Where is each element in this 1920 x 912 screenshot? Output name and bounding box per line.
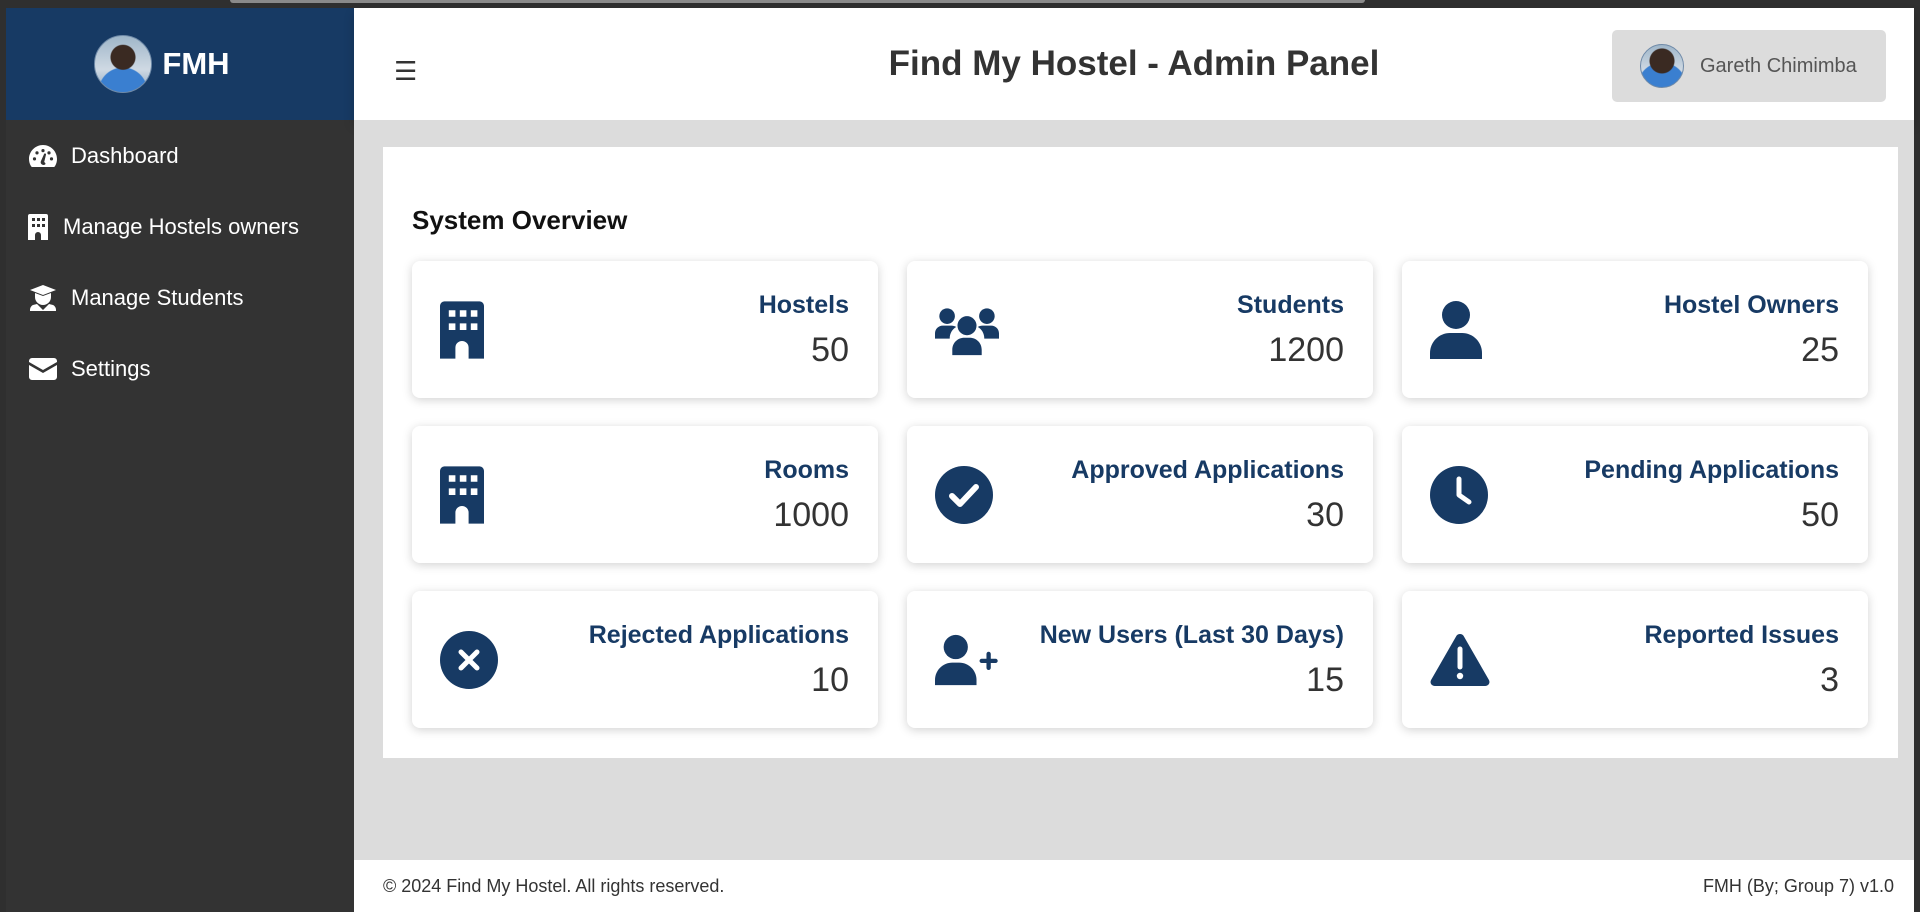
building-icon	[440, 299, 504, 361]
stat-title: Rooms	[764, 456, 849, 484]
stat-value: 10	[811, 661, 849, 699]
stat-value: 1000	[773, 496, 849, 534]
building-icon	[440, 464, 504, 526]
stat-card-new-users[interactable]: New Users (Last 30 Days) 15	[907, 591, 1373, 728]
system-overview-panel: System Overview Hostels 50 Students 1200…	[383, 147, 1898, 758]
stat-value: 50	[1801, 496, 1839, 534]
browser-tab-bar	[230, 0, 1365, 3]
sidebar-item-manage-hostel-owners[interactable]: Manage Hostels owners	[6, 191, 354, 262]
top-header: ☰ Find My Hostel - Admin Panel Gareth Ch…	[354, 8, 1914, 120]
main-content: System Overview Hostels 50 Students 1200…	[354, 120, 1914, 860]
stat-card-hostels[interactable]: Hostels 50	[412, 261, 878, 398]
stat-value: 50	[811, 331, 849, 369]
sidebar-item-dashboard[interactable]: Dashboard	[6, 120, 354, 191]
stat-value: 25	[1801, 331, 1839, 369]
stat-card-rooms[interactable]: Rooms 1000	[412, 426, 878, 563]
footer-version: FMH (By; Group 7) v1.0	[1702, 875, 1894, 896]
stat-title: Students	[1237, 291, 1344, 319]
sidebar-item-label: Dashboard	[71, 142, 179, 168]
user-name: Gareth Chimimba	[1700, 54, 1857, 77]
sidebar-item-label: Settings	[71, 355, 151, 381]
warning-icon	[1430, 629, 1494, 691]
stat-card-reported-issues[interactable]: Reported Issues 3	[1402, 591, 1868, 728]
browser-top-strip	[0, 0, 1920, 8]
stat-card-approved-applications[interactable]: Approved Applications 30	[907, 426, 1373, 563]
stat-card-pending-applications[interactable]: Pending Applications 50	[1402, 426, 1868, 563]
stat-title: Hostel Owners	[1663, 291, 1839, 319]
stat-card-students[interactable]: Students 1200	[907, 261, 1373, 398]
stat-value: 3	[1820, 661, 1839, 699]
stat-title: Rejected Applications	[588, 621, 849, 649]
sidebar-nav: Dashboard Manage Hostels owners Manage S…	[6, 120, 354, 404]
check-circle-icon	[935, 464, 999, 526]
stat-card-hostel-owners[interactable]: Hostel Owners 25	[1402, 261, 1868, 398]
sidebar-item-settings[interactable]: Settings	[6, 333, 354, 404]
stat-title: Hostels	[758, 291, 849, 319]
sidebar-item-label: Manage Students	[71, 284, 244, 310]
sidebar-item-label: Manage Hostels owners	[63, 213, 300, 239]
footer: © 2024 Find My Hostel. All rights reserv…	[354, 860, 1914, 912]
brand-name: FMH	[162, 46, 230, 81]
sidebar: FMH Dashboard Manage Hostels owners Mana…	[6, 8, 354, 912]
stat-value: 30	[1306, 496, 1344, 534]
footer-copyright: © 2024 Find My Hostel. All rights reserv…	[383, 875, 725, 896]
user-icon	[1430, 299, 1494, 361]
user-plus-icon	[935, 629, 999, 691]
stat-title: Pending Applications	[1584, 456, 1839, 484]
avatar	[1640, 44, 1684, 88]
student-icon	[27, 284, 59, 312]
user-profile-button[interactable]: Gareth Chimimba	[1612, 30, 1886, 102]
envelope-icon	[27, 355, 59, 383]
stat-card-rejected-applications[interactable]: Rejected Applications 10	[412, 591, 878, 728]
building-icon	[27, 213, 49, 241]
brand[interactable]: FMH	[6, 8, 354, 120]
sidebar-item-manage-students[interactable]: Manage Students	[6, 262, 354, 333]
clock-icon	[1430, 464, 1494, 526]
dashboard-icon	[27, 142, 59, 170]
brand-avatar	[94, 35, 153, 93]
stat-title: Approved Applications	[1071, 456, 1344, 484]
times-circle-icon	[440, 629, 504, 691]
stat-title: New Users (Last 30 Days)	[1039, 621, 1344, 649]
users-icon	[935, 299, 999, 361]
stat-value: 15	[1306, 661, 1344, 699]
stat-value: 1200	[1268, 331, 1344, 369]
stat-title: Reported Issues	[1644, 621, 1839, 649]
section-title: System Overview	[412, 205, 628, 235]
